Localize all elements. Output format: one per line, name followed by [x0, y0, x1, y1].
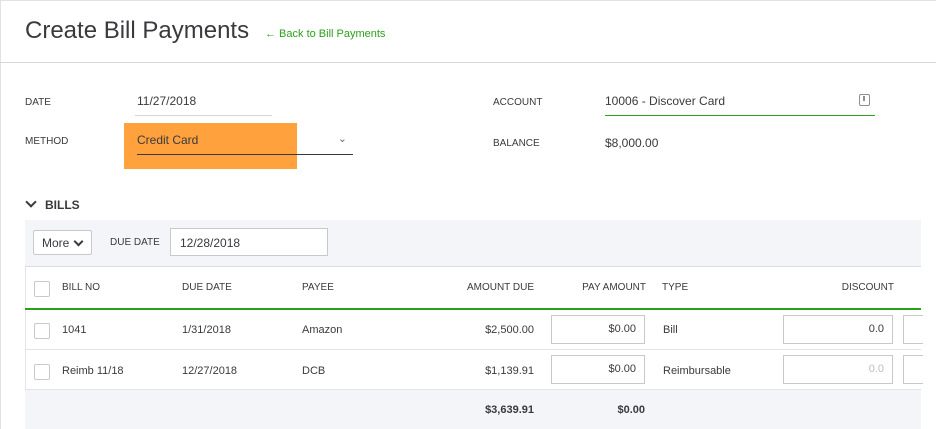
- table-header-divider: [25, 308, 921, 310]
- chevron-down-icon: ⌄: [337, 133, 347, 145]
- row-amount-due: $2,500.00: [485, 324, 534, 336]
- account-value: 10006 - Discover Card: [605, 94, 726, 108]
- row-discount-input[interactable]: 0.0: [783, 315, 893, 344]
- header-divider: [0, 62, 936, 63]
- account-select[interactable]: 10006 - Discover Card: [605, 90, 875, 116]
- column-header-pay-amount[interactable]: PAY AMOUNT: [546, 282, 646, 293]
- bills-section-toggle[interactable]: BILLS: [25, 196, 80, 212]
- method-label: METHOD: [25, 136, 69, 147]
- row-bill-no: 1041: [62, 324, 87, 336]
- bills-section-title: BILLS: [45, 198, 80, 212]
- date-field[interactable]: 11/27/2018: [135, 90, 272, 116]
- total-pay-amount: $0.00: [617, 404, 645, 416]
- row-due-date: 12/27/2018: [182, 365, 238, 377]
- row-bill-no: Reimb 11/18: [62, 365, 124, 377]
- page-title: Create Bill Payments: [25, 17, 250, 44]
- row-pay-amount-value: $0.00: [608, 323, 636, 335]
- row-pay-amount-input[interactable]: $0.00: [551, 315, 645, 344]
- row-pay-amount-value: $0.00: [608, 363, 636, 375]
- balance-value: $8,000.00: [605, 136, 659, 150]
- date-label: DATE: [25, 97, 51, 108]
- column-header-type[interactable]: TYPE: [662, 282, 688, 293]
- row-payee: DCB: [302, 365, 326, 377]
- row-next-column-input[interactable]: [903, 315, 923, 344]
- row-checkbox[interactable]: [34, 323, 50, 339]
- chevron-down-icon: [25, 196, 37, 208]
- select-all-checkbox[interactable]: [34, 281, 50, 297]
- column-header-due-date[interactable]: DUE DATE: [182, 282, 232, 293]
- row-discount-value: 0.0: [868, 363, 884, 375]
- due-date-filter-label: DUE DATE: [110, 237, 160, 248]
- frame-left-border: [0, 0, 1, 429]
- method-value: Credit Card: [137, 133, 199, 147]
- column-header-amount-due[interactable]: AMOUNT DUE: [434, 282, 534, 293]
- total-amount-due: $3,639.91: [485, 404, 534, 416]
- chevron-down-icon: [73, 236, 84, 247]
- more-label: More: [42, 236, 70, 250]
- row-next-column-input[interactable]: [903, 355, 923, 384]
- row-type: Reimbursable: [663, 365, 731, 377]
- more-filter-button[interactable]: More: [33, 230, 92, 255]
- balance-label: BALANCE: [493, 138, 540, 149]
- row-type: Bill: [663, 324, 678, 336]
- account-download-icon[interactable]: [859, 94, 870, 106]
- column-header-bill-no[interactable]: BILL NO: [62, 282, 100, 293]
- frame-top-border: [0, 0, 936, 1]
- row-discount-input[interactable]: 0.0: [783, 355, 893, 384]
- column-header-discount[interactable]: DISCOUNT: [794, 282, 894, 293]
- row-payee: Amazon: [302, 324, 343, 336]
- date-value: 11/27/2018: [137, 94, 197, 108]
- row-discount-value: 0.0: [868, 323, 884, 335]
- row-amount-due: $1,139.91: [485, 365, 534, 377]
- row-divider: [25, 349, 921, 350]
- due-date-filter-input[interactable]: 12/28/2018: [170, 228, 328, 256]
- account-label: ACCOUNT: [493, 97, 543, 108]
- due-date-filter-value: 12/28/2018: [180, 236, 241, 250]
- row-due-date: 1/31/2018: [182, 324, 231, 336]
- row-checkbox[interactable]: [34, 364, 50, 380]
- method-select[interactable]: Credit Card ⌄: [137, 127, 353, 155]
- back-to-bill-payments-link[interactable]: ← Back to Bill Payments: [265, 28, 385, 40]
- column-header-payee[interactable]: PAYEE: [302, 282, 334, 293]
- row-pay-amount-input[interactable]: $0.00: [551, 355, 645, 384]
